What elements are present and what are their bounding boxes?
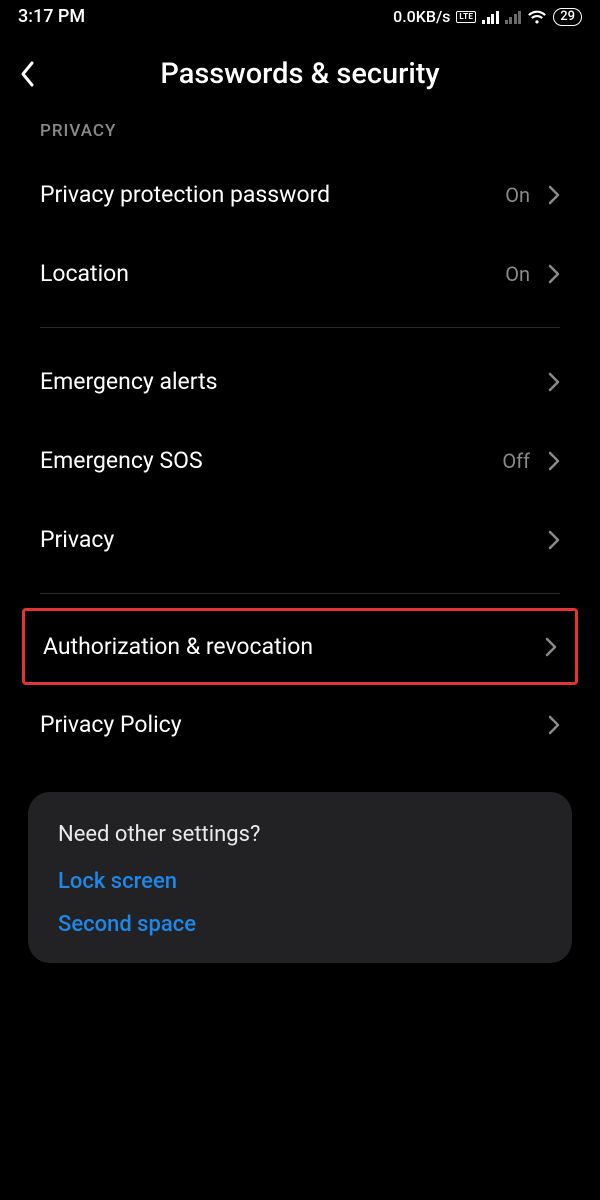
item-label: Emergency alerts	[40, 368, 548, 395]
item-value: Off	[502, 449, 530, 473]
item-label: Location	[40, 260, 505, 287]
chevron-right-icon	[548, 372, 560, 392]
item-emergency-sos[interactable]: Emergency SOS Off	[0, 421, 600, 500]
chevron-right-icon	[548, 530, 560, 550]
chevron-right-icon	[548, 264, 560, 284]
item-emergency-alerts[interactable]: Emergency alerts	[0, 342, 600, 421]
page-title: Passwords & security	[18, 57, 582, 91]
other-settings-card: Need other settings? Lock screen Second …	[28, 792, 572, 963]
item-privacy-protection-password[interactable]: Privacy protection password On	[0, 155, 600, 234]
signal-sim1-icon	[482, 10, 499, 24]
status-bar: 3:17 PM 0.0KB/s LTE 29	[0, 0, 600, 31]
signal-sim2-icon	[505, 10, 522, 24]
item-location[interactable]: Location On	[0, 234, 600, 313]
page-header: Passwords & security	[0, 31, 600, 115]
chevron-right-icon	[548, 451, 560, 471]
network-speed: 0.0KB/s	[393, 7, 450, 26]
volte-icon: LTE	[456, 11, 476, 23]
status-time: 3:17 PM	[18, 6, 85, 27]
status-right: 0.0KB/s LTE 29	[393, 7, 582, 26]
item-authorization-revocation[interactable]: Authorization & revocation	[22, 608, 578, 685]
item-privacy[interactable]: Privacy	[0, 500, 600, 579]
item-label: Privacy Policy	[40, 711, 548, 738]
item-value: On	[505, 262, 530, 286]
chevron-right-icon	[548, 715, 560, 735]
item-value: On	[505, 183, 530, 207]
battery-indicator: 29	[553, 8, 582, 26]
chevron-right-icon	[548, 185, 560, 205]
divider	[40, 593, 560, 594]
item-label: Authorization & revocation	[43, 633, 545, 660]
settings-list: Privacy protection password On Location …	[0, 155, 600, 764]
card-title: Need other settings?	[58, 822, 542, 847]
item-label: Privacy protection password	[40, 181, 505, 208]
divider	[40, 327, 560, 328]
link-lock-screen[interactable]: Lock screen	[58, 869, 542, 894]
chevron-right-icon	[545, 637, 557, 657]
item-privacy-policy[interactable]: Privacy Policy	[0, 685, 600, 764]
wifi-icon	[527, 9, 547, 25]
link-second-space[interactable]: Second space	[58, 912, 542, 937]
item-label: Privacy	[40, 526, 548, 553]
section-label-privacy: PRIVACY	[0, 115, 600, 155]
item-label: Emergency SOS	[40, 447, 502, 474]
